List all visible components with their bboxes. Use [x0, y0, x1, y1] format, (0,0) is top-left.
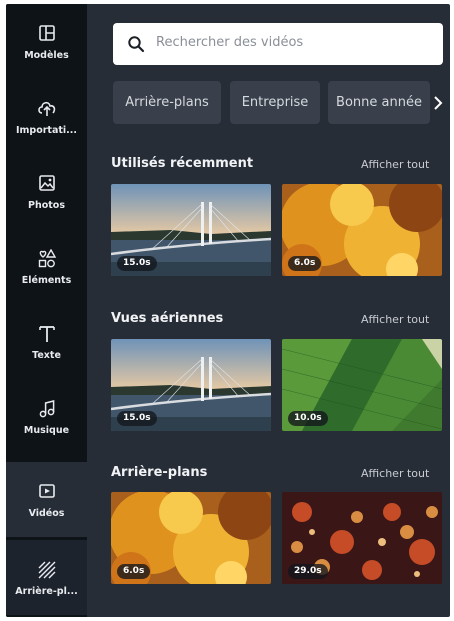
show-all-link[interactable]: Afficher tout	[361, 467, 429, 480]
show-all-link[interactable]: Afficher tout	[361, 158, 429, 171]
content-panel: Rechercher des vidéos Arrière-plans Entr…	[87, 4, 450, 617]
sidebar-item-text[interactable]: Texte	[6, 304, 87, 379]
sidebar: Modèles Importati... Photos Éléments Tex…	[6, 4, 87, 617]
show-all-link[interactable]: Afficher tout	[361, 313, 429, 326]
duration-badge: 6.0s	[288, 256, 322, 271]
hatch-pattern-icon	[38, 561, 55, 579]
video-thumbnail[interactable]: 15.0s	[111, 339, 271, 431]
sidebar-item-elements[interactable]: Éléments	[6, 229, 87, 304]
chevron-right-icon[interactable]	[431, 94, 445, 112]
video-thumbnail[interactable]: 15.0s	[111, 184, 271, 276]
chip-business[interactable]: Entreprise	[230, 81, 320, 124]
duration-badge: 10.0s	[288, 411, 328, 426]
search-placeholder: Rechercher des vidéos	[156, 35, 304, 50]
sidebar-item-label: Arrière-pl...	[15, 586, 78, 597]
sidebar-item-uploads[interactable]: Importati...	[6, 79, 87, 154]
chip-backgrounds[interactable]: Arrière-plans	[113, 81, 221, 124]
sidebar-item-videos[interactable]: Vidéos	[6, 462, 87, 537]
sidebar-item-label: Photos	[28, 200, 65, 211]
video-icon	[38, 484, 55, 498]
sidebar-item-label: Musique	[23, 425, 70, 436]
search-icon	[128, 36, 145, 53]
image-icon	[38, 175, 55, 191]
sidebar-item-label: Importati...	[15, 125, 78, 136]
music-note-icon	[39, 400, 54, 418]
sidebar-item-label: Modèles	[24, 50, 69, 61]
sidebar-item-backgrounds[interactable]: Arrière-pl...	[6, 540, 87, 615]
sidebar-item-photos[interactable]: Photos	[6, 154, 87, 229]
duration-badge: 15.0s	[117, 411, 157, 426]
section-title: Vues aériennes	[111, 311, 224, 326]
chip-new-year[interactable]: Bonne année	[328, 81, 430, 124]
upload-cloud-icon	[37, 101, 55, 116]
video-thumbnail[interactable]: 6.0s	[111, 492, 271, 584]
duration-badge: 6.0s	[117, 564, 151, 579]
shapes-icon	[38, 249, 56, 268]
search-input[interactable]: Rechercher des vidéos	[113, 23, 443, 65]
sidebar-item-label: Vidéos	[28, 508, 65, 519]
sidebar-item-music[interactable]: Musique	[6, 379, 87, 454]
video-thumbnail[interactable]: 29.0s	[282, 492, 442, 584]
sidebar-item-label: Éléments	[21, 275, 72, 286]
template-icon	[38, 25, 55, 41]
sidebar-item-label: Texte	[32, 350, 61, 361]
duration-badge: 15.0s	[117, 256, 157, 271]
section-title: Utilisés récemment	[111, 156, 254, 171]
editor-panel: Modèles Importati... Photos Éléments Tex…	[6, 4, 450, 617]
section-title: Arrière-plans	[111, 465, 208, 480]
text-icon	[38, 326, 55, 342]
video-thumbnail[interactable]: 6.0s	[282, 184, 442, 276]
sidebar-item-templates[interactable]: Modèles	[6, 4, 87, 79]
video-thumbnail[interactable]: 10.0s	[282, 339, 442, 431]
duration-badge: 29.0s	[288, 564, 328, 579]
